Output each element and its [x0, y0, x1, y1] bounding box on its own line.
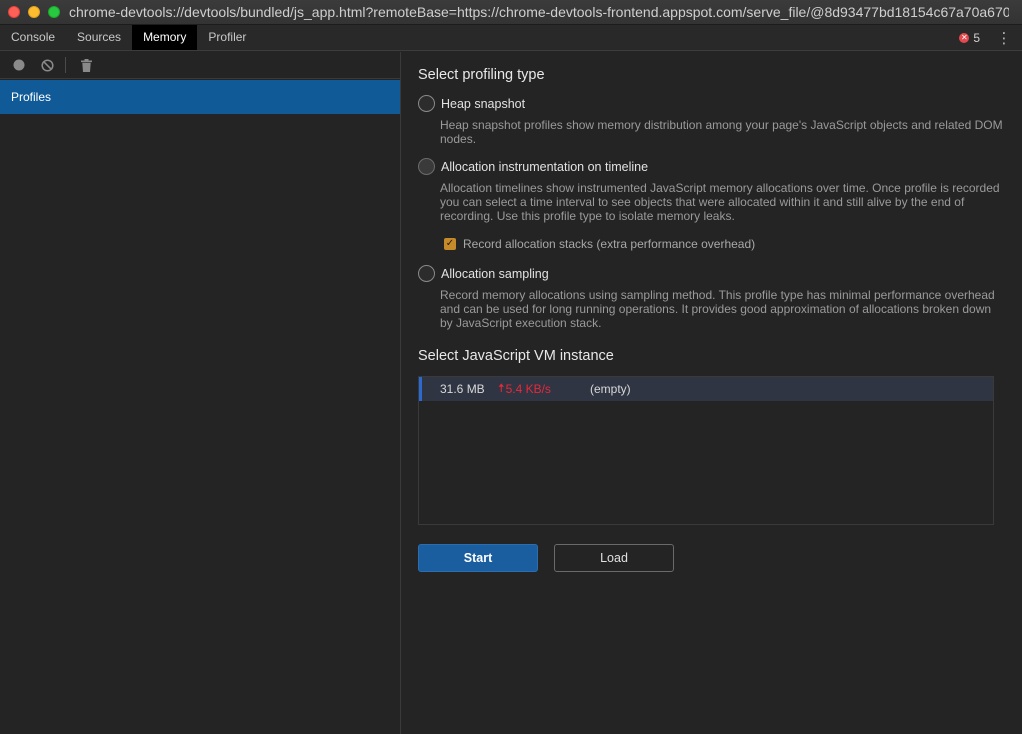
- clear-icon: [40, 58, 54, 72]
- start-button[interactable]: Start: [418, 544, 538, 572]
- allocation-sampling-label: Allocation sampling: [441, 266, 549, 281]
- more-options-icon[interactable]: ⋮: [994, 25, 1014, 50]
- option-allocation-timeline[interactable]: Allocation instrumentation on timeline: [418, 158, 648, 175]
- profiles-sidebar: Profiles: [0, 52, 401, 734]
- option-heap-snapshot[interactable]: Heap snapshot: [418, 95, 525, 112]
- select-profiling-type-heading: Select profiling type: [418, 67, 545, 83]
- clear-button[interactable]: [37, 55, 57, 75]
- record-icon: [13, 59, 25, 71]
- select-vm-heading: Select JavaScript VM instance: [418, 348, 614, 364]
- record-button[interactable]: [9, 55, 29, 75]
- sidebar-item-profiles[interactable]: Profiles: [0, 80, 400, 114]
- allocation-timeline-label: Allocation instrumentation on timeline: [441, 159, 649, 174]
- heap-snapshot-label: Heap snapshot: [441, 96, 526, 111]
- load-button[interactable]: Load: [554, 544, 674, 572]
- error-counter[interactable]: ✕ 5: [959, 25, 980, 50]
- tab-sources[interactable]: Sources: [66, 25, 132, 50]
- close-window-button[interactable]: [8, 6, 20, 18]
- vm-instance-row[interactable]: 31.6 MB 🠅 5.4 KB/s (empty): [419, 377, 993, 401]
- vm-rate-value: 5.4 KB/s: [505, 382, 551, 396]
- heap-snapshot-description: Heap snapshot profiles show memory distr…: [440, 118, 1003, 146]
- tab-profiler[interactable]: Profiler: [197, 25, 257, 50]
- allocation-timeline-description: Allocation timelines show instrumented J…: [440, 181, 1000, 223]
- toolbar-divider: [65, 57, 66, 73]
- maximize-window-button[interactable]: [48, 6, 60, 18]
- tab-memory[interactable]: Memory: [132, 25, 198, 50]
- vm-heap-size: 31.6 MB: [440, 382, 485, 396]
- heap-snapshot-radio[interactable]: [418, 95, 435, 112]
- window-controls: [8, 6, 60, 18]
- arrow-up-icon: 🠅: [498, 380, 505, 395]
- tab-console[interactable]: Console: [0, 25, 66, 50]
- window-titlebar: chrome-devtools://devtools/bundled/js_ap…: [0, 0, 1022, 25]
- window-title: chrome-devtools://devtools/bundled/js_ap…: [69, 4, 1009, 20]
- vm-instance-name: (empty): [590, 382, 631, 396]
- trash-icon: [80, 58, 92, 72]
- error-count: 5: [973, 30, 980, 45]
- profiles-toolbar: [0, 52, 400, 79]
- allocation-sampling-description: Record memory allocations using sampling…: [440, 288, 995, 330]
- record-stacks-checkbox[interactable]: ✓: [444, 238, 456, 250]
- allocation-timeline-radio[interactable]: [418, 158, 435, 175]
- record-stacks-option[interactable]: ✓ Record allocation stacks (extra perfor…: [444, 237, 755, 251]
- vm-allocation-rate: 🠅 5.4 KB/s: [498, 379, 590, 400]
- minimize-window-button[interactable]: [28, 6, 40, 18]
- record-stacks-label: Record allocation stacks (extra performa…: [463, 237, 756, 251]
- allocation-sampling-radio[interactable]: [418, 265, 435, 282]
- option-allocation-sampling[interactable]: Allocation sampling: [418, 265, 549, 282]
- profiling-panel: Select profiling type Heap snapshot Heap…: [402, 52, 1022, 734]
- delete-button[interactable]: [76, 55, 96, 75]
- vm-instance-list: 31.6 MB 🠅 5.4 KB/s (empty): [418, 376, 994, 525]
- devtools-tabbar: Console Sources Memory Profiler ✕ 5 ⋮: [0, 25, 1022, 51]
- error-icon: ✕: [959, 32, 970, 43]
